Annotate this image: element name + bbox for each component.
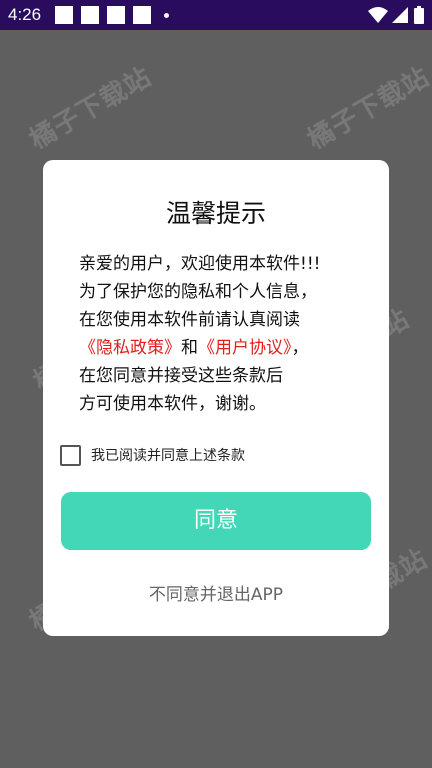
- signal-icon: [392, 7, 408, 23]
- agree-button[interactable]: 同意: [61, 492, 371, 550]
- body-line: 在您同意并接受这些条款后: [79, 366, 283, 386]
- body-line: 亲爱的用户，欢迎使用本软件!!!: [79, 254, 321, 274]
- wifi-icon: [368, 7, 388, 23]
- notification-box-icon: [55, 6, 73, 24]
- status-bar: 4:26: [0, 0, 432, 30]
- agree-terms-label[interactable]: 我已阅读并同意上述条款: [91, 445, 245, 465]
- decline-exit-link[interactable]: 不同意并退出APP: [43, 582, 389, 608]
- body-text: 和: [181, 338, 198, 358]
- privacy-policy-link[interactable]: 《隐私政策》: [79, 338, 181, 358]
- notification-box-icon: [81, 6, 99, 24]
- body-line: 在您使用本软件前请认真阅读: [79, 310, 300, 330]
- dialog-body: 亲爱的用户，欢迎使用本软件!!! 为了保护您的隐私和个人信息， 在您使用本软件前…: [79, 250, 369, 418]
- status-time: 4:26: [8, 5, 42, 24]
- body-line-links: 《隐私政策》和《用户协议》，: [79, 334, 369, 362]
- tip-dialog: 温馨提示 亲爱的用户，欢迎使用本软件!!! 为了保护您的隐私和个人信息， 在您使…: [43, 160, 389, 636]
- battery-icon: [414, 6, 424, 24]
- agree-terms-row[interactable]: 我已阅读并同意上述条款: [60, 442, 245, 468]
- body-text: ，: [291, 338, 309, 358]
- agree-terms-checkbox[interactable]: [60, 444, 81, 466]
- watermark: 橘子下载站: [302, 61, 432, 156]
- body-line: 为了保护您的隐私和个人信息，: [79, 282, 317, 302]
- watermark: 橘子下载站: [24, 61, 157, 156]
- notification-box-icon: [107, 6, 125, 24]
- notification-box-icon: [133, 6, 151, 24]
- user-agreement-link[interactable]: 《用户协议》: [198, 338, 292, 358]
- dot-icon: [164, 13, 169, 18]
- body-line: 方可使用本软件，谢谢。: [79, 394, 266, 414]
- dialog-title: 温馨提示: [165, 199, 266, 228]
